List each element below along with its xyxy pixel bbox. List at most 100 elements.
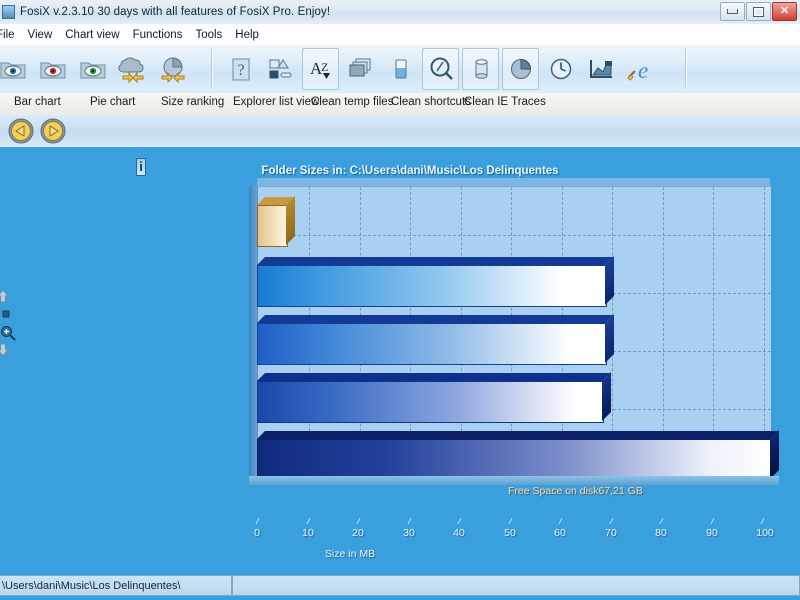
status-bar: \Users\dani\Music\Los Delinquentes\ [0, 571, 800, 600]
toolbar-button-cylinder[interactable] [462, 48, 499, 90]
status-path-panel: \Users\dani\Music\Los Delinquentes\ [0, 575, 232, 596]
bar-el-verde-rebelde[interactable] [257, 372, 611, 423]
menu-item-tools[interactable]: Tools [189, 27, 228, 43]
plot-top-face [257, 178, 770, 186]
bar-top-face [257, 431, 778, 439]
toolbar-separator-right [686, 49, 687, 89]
toolbar-button-pie-expand[interactable] [154, 48, 191, 90]
menu-item-chart-view[interactable]: Chart view [59, 27, 125, 43]
x-tickmark [710, 518, 720, 524]
close-icon: ✕ [779, 5, 790, 17]
toolbar-label-clean-temp: Clean temp files [311, 96, 394, 108]
toolbar-button-folder-green-eye[interactable] [74, 48, 111, 90]
maximize-button[interactable] [746, 2, 771, 21]
toolbar-button-pie-chart[interactable] [502, 48, 539, 90]
bar-top-face [257, 257, 613, 265]
x-tick-label-70: 70 [605, 527, 617, 539]
svg-text:?: ? [237, 62, 244, 79]
navigation-bar [0, 115, 800, 148]
x-tick-label-50: 50 [504, 527, 516, 539]
fosix-window: FosiX v.2.3.10 30 days with all features… [0, 0, 800, 600]
y-axis-labels: <All files in folder> Arquitectura Del A… [0, 147, 255, 487]
toolbar-label-pie-chart: Pie chart [90, 96, 136, 108]
bar-all-files[interactable] [257, 196, 295, 247]
x-tick-label-60: 60 [554, 527, 566, 539]
x-tick-label-30: 30 [403, 527, 415, 539]
x-tick-label-100: 100 [756, 527, 774, 539]
status-secondary-panel [232, 575, 800, 596]
x-tickmark [558, 518, 568, 524]
maximize-icon [753, 6, 764, 17]
menu-bar: File View Chart view Functions Tools Hel… [0, 24, 800, 46]
x-tick-label-40: 40 [453, 527, 465, 539]
title-bar: FosiX v.2.3.10 30 days with all features… [0, 0, 800, 25]
x-tickmark [407, 518, 417, 524]
x-tickmark [356, 518, 366, 524]
minimize-icon [727, 9, 738, 14]
toolbar-group-charts [0, 48, 191, 90]
close-button[interactable]: ✕ [772, 2, 797, 21]
forward-button[interactable] [40, 118, 66, 144]
gridline-h [258, 235, 771, 236]
minimize-button[interactable] [720, 2, 745, 21]
toolbar-label-clean-ie: Clean IE Traces [464, 96, 546, 108]
x-tickmark [457, 518, 467, 524]
x-tickmark [760, 518, 770, 524]
x-tickmark [508, 518, 518, 524]
bar-front-face [257, 439, 772, 481]
window-title: FosiX v.2.3.10 30 days with all features… [20, 6, 331, 18]
x-tickmark [609, 518, 619, 524]
toolbar-button-clock[interactable] [542, 48, 579, 90]
toolbar-button-folder-blue-eye[interactable] [0, 48, 31, 90]
x-tickmark [659, 518, 669, 524]
toolbar-button-folder-red-eye[interactable] [34, 48, 71, 90]
toolbar-separator [212, 49, 213, 89]
x-axis-wall [249, 476, 779, 485]
toolbar-button-copy-stack[interactable] [342, 48, 379, 90]
svg-text:e: e [638, 58, 648, 83]
toolbar-button-question-folder[interactable]: ? [222, 48, 259, 90]
x-tickmark [306, 518, 316, 524]
bar-arquitectura[interactable] [257, 256, 614, 307]
toolbar-label-explorer-list: Explorer list view [233, 96, 320, 108]
toolbar-label-clean-shortcuts: Clean shortcuts [391, 96, 471, 108]
x-tick-label-10: 10 [302, 527, 314, 539]
back-button[interactable] [8, 118, 34, 144]
bar-front-face [257, 205, 288, 247]
toolbar-group-tools: ? A Z e [222, 48, 659, 90]
menu-item-functions[interactable]: Functions [127, 27, 189, 43]
window-controls: ✕ [720, 2, 797, 21]
x-tickmark [255, 518, 265, 524]
bar-el-sentimiento[interactable] [257, 314, 614, 365]
menu-item-file[interactable]: File [0, 27, 21, 43]
toolbar-button-magnifier-warning[interactable] [422, 48, 459, 90]
toolbar-label-bar-chart: Bar chart [14, 96, 61, 108]
bar-top-face [257, 373, 610, 381]
menu-item-help[interactable]: Help [229, 27, 265, 43]
bar-recuerdos-free-space[interactable] [257, 430, 779, 481]
x-axis-title: Size in MB [324, 548, 376, 560]
menu-item-view[interactable]: View [22, 27, 59, 43]
chart-workspace: Folder Sizes in: C:\Users\dani\Music\Los… [0, 147, 800, 571]
svg-text:Z: Z [321, 60, 328, 74]
toolbar-button-tree-expand[interactable] [114, 48, 151, 90]
bar-top-face [257, 315, 613, 323]
forward-arrow-icon [40, 118, 66, 144]
x-tick-label-90: 90 [706, 527, 718, 539]
toolbar-button-ie-broom[interactable]: e [622, 48, 659, 90]
bar-side-face [770, 430, 779, 479]
toolbar-button-area-chart[interactable] [582, 48, 619, 90]
toolbar: ? A Z e [0, 45, 800, 123]
status-path-text: \Users\dani\Music\Los Delinquentes\ [2, 579, 181, 592]
toolbar-label-strip: Bar chart Pie chart Size ranking Explore… [0, 93, 800, 116]
toolbar-button-glass-water[interactable] [382, 48, 419, 90]
x-tick-label-20: 20 [352, 527, 364, 539]
toolbar-button-az-sort[interactable]: A Z [302, 48, 339, 90]
x-tick-label-80: 80 [655, 527, 667, 539]
toolbar-label-size-ranking: Size ranking [161, 96, 225, 108]
free-space-annotation: Free Space on disk67,21 GB [508, 485, 643, 497]
back-arrow-icon [8, 118, 34, 144]
app-icon [2, 5, 15, 19]
bar-front-face [257, 265, 607, 307]
toolbar-button-list-view[interactable] [262, 48, 299, 90]
